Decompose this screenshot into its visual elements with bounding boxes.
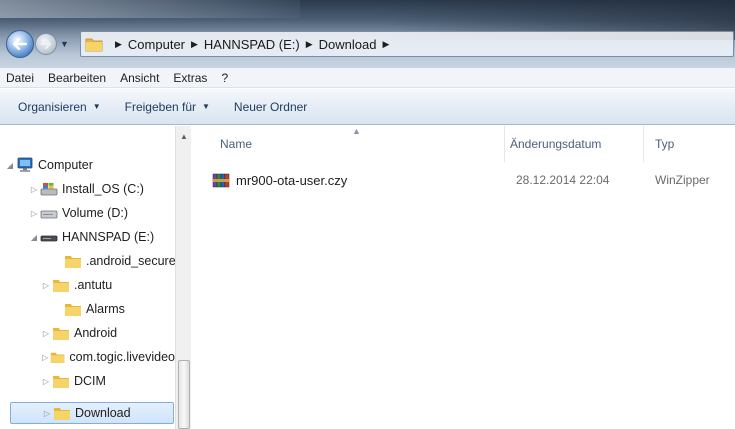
tree-item-computer[interactable]: ◢ Computer bbox=[4, 154, 93, 176]
tree-item-label: Install_OS (C:) bbox=[62, 182, 144, 196]
column-divider[interactable] bbox=[643, 126, 644, 162]
tree-item-label: HANNSPAD (E:) bbox=[62, 230, 155, 244]
breadcrumb-separator[interactable]: ▶ bbox=[383, 39, 390, 50]
breadcrumb-separator[interactable]: ▶ bbox=[306, 39, 313, 50]
tree-item-volume-d[interactable]: ▷ Volume (D:) bbox=[28, 202, 128, 224]
expand-arrow-icon[interactable]: ▷ bbox=[28, 185, 40, 194]
back-arrow-icon bbox=[13, 38, 27, 50]
forward-arrow-icon bbox=[41, 39, 51, 49]
tree-item-android-secure[interactable]: .android_secure bbox=[52, 250, 176, 272]
tree-item-label: .android_secure bbox=[86, 254, 176, 268]
file-row[interactable]: mr900-ota-user.czy 28.12.2014 22:04 WinZ… bbox=[212, 169, 727, 191]
column-header-name[interactable]: Name bbox=[220, 126, 500, 162]
address-bar[interactable]: ▶ Computer ▶ HANNSPAD (E:) ▶ Download ▶ bbox=[80, 31, 734, 57]
column-divider[interactable] bbox=[504, 126, 505, 162]
breadcrumb-drive[interactable]: HANNSPAD (E:) bbox=[204, 37, 300, 52]
organize-button[interactable]: Organisieren ▼ bbox=[18, 100, 101, 114]
expand-arrow-icon[interactable]: ▷ bbox=[40, 377, 52, 386]
breadcrumb-separator[interactable]: ▶ bbox=[115, 39, 122, 50]
collapse-arrow-icon[interactable]: ◢ bbox=[28, 233, 40, 242]
menu-help[interactable]: ? bbox=[221, 71, 228, 85]
folder-icon bbox=[54, 408, 70, 420]
tree-item-label: .antutu bbox=[74, 278, 113, 292]
window-titlebar: ▼ ▶ Computer ▶ HANNSPAD (E:) ▶ Download … bbox=[0, 0, 735, 68]
breadcrumb-separator[interactable]: ▶ bbox=[191, 39, 198, 50]
scrollbar-thumb[interactable] bbox=[178, 360, 190, 429]
share-label: Freigeben für bbox=[124, 99, 196, 114]
column-header-date[interactable]: Änderungsdatum bbox=[510, 126, 640, 162]
tree-item-alarms[interactable]: Alarms bbox=[52, 298, 125, 320]
recent-pages-dropdown[interactable]: ▼ bbox=[60, 39, 72, 51]
folder-icon bbox=[65, 256, 81, 268]
menu-edit[interactable]: Bearbeiten bbox=[48, 71, 106, 85]
expand-arrow-icon[interactable]: ▷ bbox=[41, 409, 53, 418]
tree-item-label: com.togic.livevideo bbox=[69, 350, 175, 364]
file-type: WinZipper bbox=[655, 173, 710, 187]
tree-item-label: Android bbox=[74, 326, 118, 340]
breadcrumb-folder[interactable]: Download bbox=[319, 37, 377, 52]
drive-icon bbox=[40, 210, 58, 219]
menu-bar: Datei Bearbeiten Ansicht Extras ? bbox=[0, 68, 735, 88]
tree-item-label: Computer bbox=[38, 158, 93, 172]
chevron-down-icon: ▼ bbox=[202, 102, 210, 111]
tree-item-android[interactable]: ▷ Android bbox=[40, 322, 117, 344]
expand-arrow-icon[interactable]: ▷ bbox=[40, 329, 52, 338]
expand-arrow-icon[interactable]: ▷ bbox=[40, 281, 52, 290]
drive-os-icon bbox=[40, 183, 58, 196]
navigation-pane[interactable]: ◢ Computer ▷ Install_OS (C:) ▷ Volume (D… bbox=[0, 126, 190, 429]
forward-button[interactable] bbox=[35, 33, 57, 55]
folder-icon bbox=[85, 38, 103, 52]
removable-drive-icon bbox=[40, 235, 58, 242]
tree-item-antutu[interactable]: ▷ .antutu bbox=[40, 274, 112, 296]
tree-item-hannspad[interactable]: ◢ HANNSPAD (E:) bbox=[28, 226, 154, 248]
menu-file[interactable]: Datei bbox=[6, 71, 34, 85]
new-folder-button[interactable]: Neuer Ordner bbox=[234, 100, 307, 114]
file-list[interactable]: ▲ Name Änderungsdatum Typ mr900-ota-user… bbox=[192, 126, 735, 429]
tree-item-label: DCIM bbox=[74, 374, 106, 388]
breadcrumb-computer[interactable]: Computer bbox=[128, 37, 185, 52]
tree-item-label: Volume (D:) bbox=[62, 206, 128, 220]
folder-icon bbox=[53, 376, 69, 388]
folder-icon bbox=[53, 280, 69, 292]
expand-arrow-icon[interactable]: ▷ bbox=[28, 209, 40, 218]
computer-icon bbox=[17, 157, 33, 172]
tree-item-download[interactable]: ▷ Download bbox=[10, 402, 174, 424]
menu-view[interactable]: Ansicht bbox=[120, 71, 159, 85]
titlebar-glass-highlight bbox=[0, 0, 300, 18]
menu-tools[interactable]: Extras bbox=[173, 71, 207, 85]
navigation-scrollbar[interactable]: ▲ bbox=[175, 126, 191, 429]
folder-icon bbox=[53, 328, 69, 340]
column-header-type[interactable]: Typ bbox=[655, 126, 735, 162]
navigation-buttons: ▼ bbox=[6, 28, 78, 60]
column-header-label: Typ bbox=[655, 137, 675, 151]
back-button[interactable] bbox=[6, 30, 34, 58]
collapse-arrow-icon[interactable]: ◢ bbox=[4, 161, 16, 170]
organize-label: Organisieren bbox=[18, 99, 87, 114]
folder-icon bbox=[65, 304, 81, 316]
tree-item-install-os[interactable]: ▷ Install_OS (C:) bbox=[28, 178, 144, 200]
chevron-down-icon: ▼ bbox=[92, 102, 101, 111]
file-name: mr900-ota-user.czy bbox=[236, 172, 348, 188]
tree-item-dcim[interactable]: ▷ DCIM bbox=[40, 370, 106, 392]
command-bar: Organisieren ▼ Freigeben für ▼ Neuer Ord… bbox=[0, 89, 735, 125]
folder-icon bbox=[51, 352, 65, 363]
tree-item-label: Alarms bbox=[86, 302, 125, 316]
share-button[interactable]: Freigeben für ▼ bbox=[125, 100, 210, 114]
column-header-label: Änderungsdatum bbox=[510, 137, 602, 151]
expand-arrow-icon[interactable]: ▷ bbox=[40, 353, 50, 362]
archive-icon bbox=[212, 173, 230, 188]
scroll-up-icon[interactable]: ▲ bbox=[180, 132, 188, 141]
column-header-label: Name bbox=[220, 137, 253, 151]
file-date: 28.12.2014 22:04 bbox=[516, 173, 610, 187]
tree-item-label: Download bbox=[75, 406, 131, 420]
tree-item-com-togic[interactable]: ▷ com.togic.livevideo bbox=[40, 346, 175, 368]
